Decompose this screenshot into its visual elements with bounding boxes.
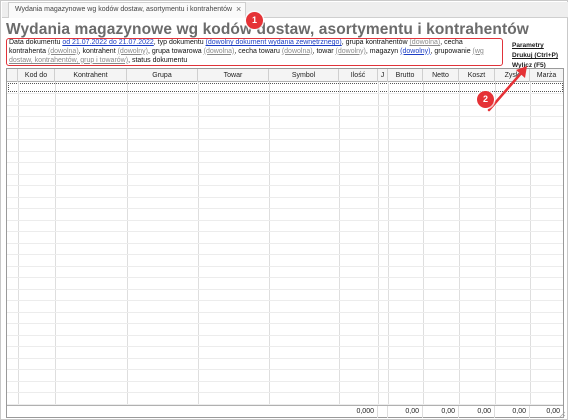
row-divider [7,254,563,255]
row-divider [7,277,563,278]
report-window: Wydania magazynowe wg kodów dostaw, asor… [0,0,568,420]
selected-row[interactable] [8,83,563,92]
doc-type-link[interactable]: (dowolny dokument wydania zewnętrznego) [206,39,342,46]
row-divider [7,288,563,290]
row-divider [7,380,563,382]
row-divider [7,231,563,232]
row-divider [7,346,563,347]
param-text: , grupowanie [430,47,473,55]
row-selector-header [7,69,18,82]
date-range-link[interactable]: od 21.07.2022 do 21.07.2022 [62,39,153,46]
warehouse-link[interactable]: (dowolny) [400,48,430,55]
annotation-arrow-icon [487,66,527,112]
column-header-symbol[interactable]: Symbol [269,69,339,82]
row-divider [7,242,563,244]
param-text: , grupa kontrahentów [341,39,410,46]
row-divider [7,219,563,221]
column-header-grupa[interactable]: Grupa [127,69,198,82]
total-koszt: 0,00 [459,406,495,418]
param-text: , grupa towarowa [147,47,204,55]
row-divider [7,357,563,359]
param-text: , cecha towaru [234,47,282,55]
row-divider [7,127,563,129]
customer-group-link[interactable]: (dowolna) [409,39,440,46]
customer-link[interactable]: (dowolny) [118,48,148,55]
total-jm [378,406,388,418]
param-text: , status dokumentu [128,56,188,64]
tab-close-icon[interactable]: × [236,4,241,14]
annotation-badge-1: 1 [246,12,263,29]
row-divider [7,185,563,186]
column-header-jm[interactable]: J [378,69,388,82]
row-divider [7,150,563,152]
print-link[interactable]: Drukuj (Ctrl+P) [512,51,558,61]
annotation-badge-2: 2 [477,91,494,108]
param-text: Data dokumentu [9,39,63,46]
tab-bar: Wydania magazynowe wg kodów dostaw, asor… [2,2,568,18]
param-text: , towar [312,47,336,55]
tab-report[interactable]: Wydania magazynowe wg kodów dostaw, asor… [8,2,246,18]
totals-row: 0,000 0,00 0,00 0,00 0,00 0,00 [7,405,563,418]
row-divider [7,323,563,324]
customer-attribute-link[interactable]: (dowolna) [48,48,79,55]
row-divider [7,162,563,163]
column-header-kod[interactable]: Kod do [18,69,55,82]
report-parameters-summary: Data dokumentu od 21.07.2022 do 21.07.20… [6,38,503,66]
total-ilosc: 0,000 [339,406,378,418]
column-header-ilosc[interactable]: Ilość [339,69,378,82]
row-divider [7,139,563,140]
grid-header: Kod do Kontrahent Grupa Towar Symbol Ilo… [7,69,563,82]
resize-grip-icon[interactable] [558,411,566,419]
product-attribute-link[interactable]: (dowolna) [282,48,313,55]
product-group-link[interactable]: (dowolna) [204,48,235,55]
row-divider [7,173,563,175]
column-header-marza[interactable]: Marża [530,69,563,82]
row-divider [7,334,563,336]
row-divider [7,311,563,313]
total-zysk: 0,00 [495,406,530,418]
parameters-link[interactable]: Parametry [512,41,558,51]
param-text: , magazyn [365,47,401,55]
report-grid: Kod do Kontrahent Grupa Towar Symbol Ilo… [6,68,564,418]
row-divider [7,300,563,301]
column-header-brutto[interactable]: Brutto [388,69,423,82]
row-divider [7,265,563,267]
column-header-netto[interactable]: Netto [423,69,459,82]
row-divider [7,392,563,393]
total-netto: 0,00 [423,406,459,418]
column-header-towar[interactable]: Towar [198,69,269,82]
row-divider [7,208,563,209]
tab-title: Wydania magazynowe wg kodów dostaw, asor… [15,6,233,13]
product-link[interactable]: (dowolny) [336,48,366,55]
row-divider [7,116,563,117]
row-divider [7,369,563,370]
column-header-kontrahent[interactable]: Kontrahent [55,69,127,82]
row-divider [7,196,563,198]
page-title: Wydania magazynowe wg kodów dostaw, asor… [6,21,529,38]
total-brutto: 0,00 [388,406,423,418]
param-text: , typ dokumentu [153,39,206,46]
param-text: , kontrahent [78,47,118,55]
